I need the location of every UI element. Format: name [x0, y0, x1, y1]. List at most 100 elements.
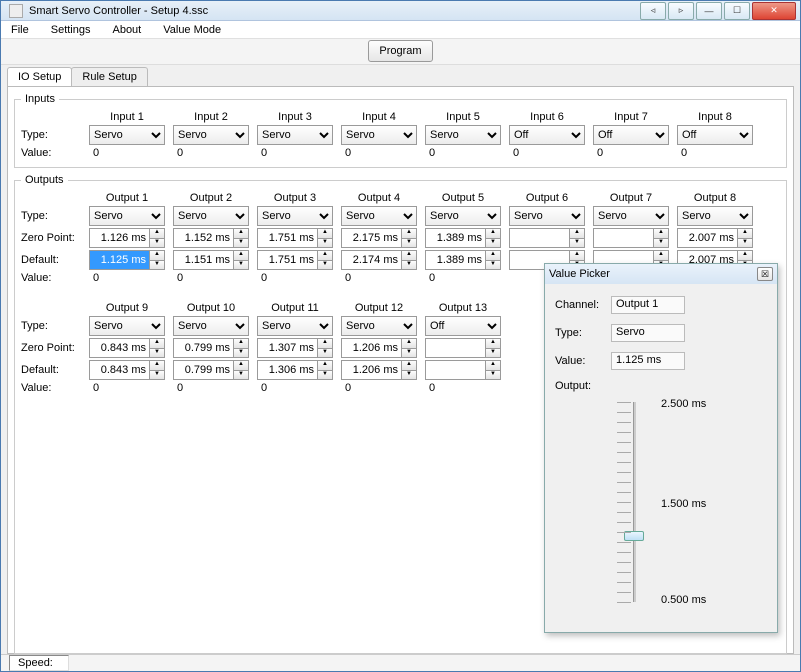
output-type-select[interactable]: Servo: [677, 206, 753, 226]
spinner-buttons[interactable]: ▲▼: [401, 338, 417, 358]
input-type-select[interactable]: Servo: [89, 125, 165, 145]
spinner-buttons[interactable]: ▲▼: [653, 228, 669, 248]
menu-about[interactable]: About: [108, 22, 145, 38]
default-spinner-input[interactable]: [425, 360, 485, 380]
output-type-select[interactable]: Servo: [173, 206, 249, 226]
spin-up-icon[interactable]: ▲: [653, 250, 669, 260]
spin-up-icon[interactable]: ▲: [149, 338, 165, 348]
spinner-buttons[interactable]: ▲▼: [401, 228, 417, 248]
zero-point-spinner[interactable]: ▲▼: [257, 338, 333, 358]
spinner-buttons[interactable]: ▲▼: [149, 228, 165, 248]
zero-point-spinner-input[interactable]: [593, 228, 653, 248]
spinner-buttons[interactable]: ▲▼: [317, 228, 333, 248]
default-spinner[interactable]: ▲▼: [173, 250, 249, 270]
default-spinner[interactable]: ▲▼: [89, 250, 165, 270]
spin-up-icon[interactable]: ▲: [569, 228, 585, 238]
zero-point-spinner-input[interactable]: [89, 338, 149, 358]
spinner-buttons[interactable]: ▲▼: [317, 360, 333, 380]
default-spinner-input[interactable]: [89, 360, 149, 380]
spin-down-icon[interactable]: ▼: [569, 238, 585, 249]
spinner-buttons[interactable]: ▲▼: [485, 228, 501, 248]
spinner-buttons[interactable]: ▲▼: [317, 338, 333, 358]
output-type-select[interactable]: Servo: [509, 206, 585, 226]
zero-point-spinner[interactable]: ▲▼: [89, 228, 165, 248]
spin-down-icon[interactable]: ▼: [317, 238, 333, 249]
maximize-button[interactable]: ☐: [724, 2, 750, 20]
spin-down-icon[interactable]: ▼: [317, 260, 333, 271]
zero-point-spinner[interactable]: ▲▼: [677, 228, 753, 248]
menu-file[interactable]: File: [7, 22, 33, 38]
spin-down-icon[interactable]: ▼: [317, 370, 333, 381]
spinner-buttons[interactable]: ▲▼: [149, 250, 165, 270]
spinner-buttons[interactable]: ▲▼: [401, 360, 417, 380]
value-picker-dialog[interactable]: Value Picker ☒ Channel:Output 1 Type:Ser…: [544, 263, 778, 633]
input-type-select[interactable]: Off: [509, 125, 585, 145]
spin-up-icon[interactable]: ▲: [317, 250, 333, 260]
spinner-buttons[interactable]: ▲▼: [233, 338, 249, 358]
help-left-icon[interactable]: ◃: [640, 2, 666, 20]
default-spinner[interactable]: ▲▼: [89, 360, 165, 380]
spin-up-icon[interactable]: ▲: [233, 338, 249, 348]
default-spinner-input[interactable]: [173, 250, 233, 270]
menu-settings[interactable]: Settings: [47, 22, 95, 38]
spin-up-icon[interactable]: ▲: [401, 250, 417, 260]
zero-point-spinner[interactable]: ▲▼: [425, 228, 501, 248]
spin-up-icon[interactable]: ▲: [149, 228, 165, 238]
tab-rule-setup[interactable]: Rule Setup: [71, 67, 147, 86]
spinner-buttons[interactable]: ▲▼: [233, 228, 249, 248]
spin-down-icon[interactable]: ▼: [485, 238, 501, 249]
spin-down-icon[interactable]: ▼: [149, 348, 165, 359]
spinner-buttons[interactable]: ▲▼: [569, 228, 585, 248]
spin-up-icon[interactable]: ▲: [569, 250, 585, 260]
spinner-buttons[interactable]: ▲▼: [233, 250, 249, 270]
spin-up-icon[interactable]: ▲: [149, 250, 165, 260]
zero-point-spinner-input[interactable]: [257, 338, 317, 358]
default-spinner[interactable]: ▲▼: [341, 250, 417, 270]
spin-up-icon[interactable]: ▲: [485, 250, 501, 260]
spin-down-icon[interactable]: ▼: [485, 348, 501, 359]
zero-point-spinner[interactable]: ▲▼: [89, 338, 165, 358]
spin-up-icon[interactable]: ▲: [485, 228, 501, 238]
spin-up-icon[interactable]: ▲: [401, 228, 417, 238]
output-type-select[interactable]: Servo: [257, 316, 333, 336]
zero-point-spinner-input[interactable]: [257, 228, 317, 248]
default-spinner-input[interactable]: [173, 360, 233, 380]
spin-up-icon[interactable]: ▲: [317, 338, 333, 348]
zero-point-spinner[interactable]: ▲▼: [341, 338, 417, 358]
default-spinner[interactable]: ▲▼: [257, 360, 333, 380]
default-spinner-input[interactable]: [257, 250, 317, 270]
spin-down-icon[interactable]: ▼: [401, 370, 417, 381]
zero-point-spinner[interactable]: ▲▼: [593, 228, 669, 248]
spin-up-icon[interactable]: ▲: [317, 228, 333, 238]
default-spinner[interactable]: ▲▼: [257, 250, 333, 270]
picker-slider[interactable]: [607, 402, 661, 612]
input-type-select[interactable]: Off: [593, 125, 669, 145]
zero-point-spinner-input[interactable]: [341, 338, 401, 358]
output-type-select[interactable]: Servo: [257, 206, 333, 226]
value-picker-close-button[interactable]: ☒: [757, 267, 773, 281]
spinner-buttons[interactable]: ▲▼: [149, 360, 165, 380]
input-type-select[interactable]: Servo: [341, 125, 417, 145]
spin-up-icon[interactable]: ▲: [233, 250, 249, 260]
default-spinner-input[interactable]: [257, 360, 317, 380]
spin-down-icon[interactable]: ▼: [485, 260, 501, 271]
output-type-select[interactable]: Servo: [425, 206, 501, 226]
help-right-icon[interactable]: ▹: [668, 2, 694, 20]
spinner-buttons[interactable]: ▲▼: [737, 228, 753, 248]
spin-up-icon[interactable]: ▲: [485, 360, 501, 370]
spinner-buttons[interactable]: ▲▼: [233, 360, 249, 380]
tab-io-setup[interactable]: IO Setup: [7, 67, 72, 86]
spin-up-icon[interactable]: ▲: [653, 228, 669, 238]
spinner-buttons[interactable]: ▲▼: [485, 338, 501, 358]
zero-point-spinner-input[interactable]: [677, 228, 737, 248]
spinner-buttons[interactable]: ▲▼: [485, 250, 501, 270]
zero-point-spinner[interactable]: ▲▼: [341, 228, 417, 248]
menu-valuemode[interactable]: Value Mode: [159, 22, 225, 38]
zero-point-spinner-input[interactable]: [173, 338, 233, 358]
minimize-button[interactable]: —: [696, 2, 722, 20]
input-type-select[interactable]: Servo: [425, 125, 501, 145]
zero-point-spinner-input[interactable]: [89, 228, 149, 248]
default-spinner[interactable]: ▲▼: [425, 250, 501, 270]
input-type-select[interactable]: Servo: [257, 125, 333, 145]
spin-down-icon[interactable]: ▼: [401, 348, 417, 359]
